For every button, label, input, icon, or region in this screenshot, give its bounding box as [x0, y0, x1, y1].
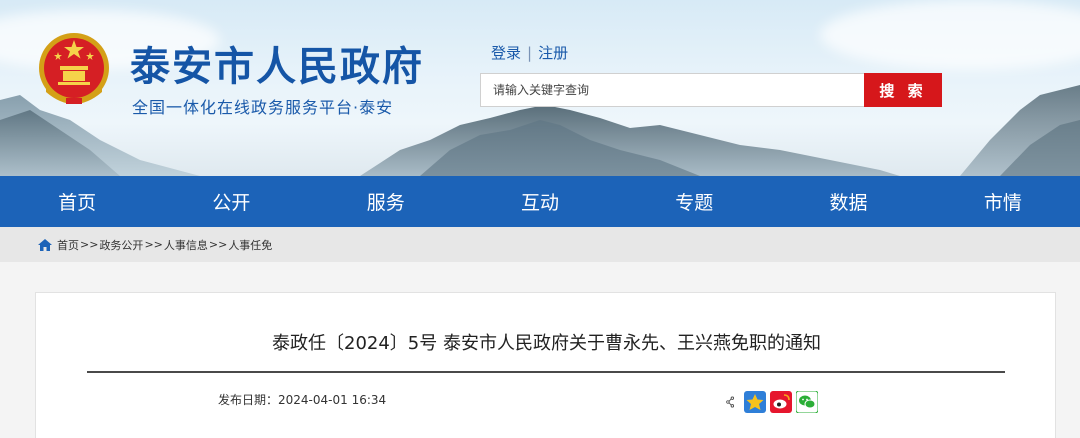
- breadcrumb-appointments[interactable]: 人事任免: [228, 237, 272, 253]
- search-button[interactable]: 搜 索: [864, 73, 942, 107]
- content-area: 泰政任〔2024〕5号 泰安市人民政府关于曹永先、王兴燕免职的通知 发布日期：2…: [0, 262, 1080, 438]
- login-link[interactable]: 登录: [491, 44, 521, 62]
- nav-item-interaction[interactable]: 互动: [463, 176, 617, 227]
- home-icon: [38, 238, 52, 251]
- article-title: 泰政任〔2024〕5号 泰安市人民政府关于曹永先、王兴燕免职的通知: [272, 333, 821, 354]
- nav-item-home[interactable]: 首页: [0, 176, 154, 227]
- breadcrumb-gov-open[interactable]: 政务公开: [99, 237, 143, 253]
- auth-links: 登录 | 注册: [491, 42, 568, 63]
- nav-item-open[interactable]: 公开: [154, 176, 308, 227]
- site-title: 泰安市人民政府: [130, 44, 424, 90]
- auth-separator: |: [527, 44, 533, 62]
- nav-item-topics[interactable]: 专题: [617, 176, 771, 227]
- share-bar: [726, 391, 818, 413]
- breadcrumb-separator: >>: [80, 238, 99, 251]
- publish-date: 发布日期：2024-04-01 16:34: [218, 391, 386, 408]
- search-input[interactable]: [480, 73, 864, 107]
- qzone-icon[interactable]: [744, 391, 766, 413]
- weibo-icon[interactable]: [770, 391, 792, 413]
- publish-date-label: 发布日期：: [218, 393, 279, 407]
- breadcrumb-home[interactable]: 首页: [57, 237, 79, 253]
- site-header: 泰安市人民政府 全国一体化在线政务服务平台·泰安 登录 | 注册 搜 索: [0, 0, 1080, 176]
- publish-date-value: 2024-04-01 16:34: [278, 393, 387, 407]
- site-subtitle: 全国一体化在线政务服务平台·泰安: [132, 98, 394, 117]
- main-nav: 首页 公开 服务 互动 专题 数据 市情: [0, 176, 1080, 227]
- share-icon[interactable]: [726, 391, 740, 413]
- search-bar: 搜 索: [480, 73, 942, 107]
- nav-item-service[interactable]: 服务: [309, 176, 463, 227]
- breadcrumb: 首页 >> 政务公开 >> 人事信息 >> 人事任免: [0, 227, 1080, 262]
- wechat-icon[interactable]: [796, 391, 818, 413]
- breadcrumb-separator: >>: [144, 238, 163, 251]
- national-emblem-icon: [39, 33, 109, 104]
- breadcrumb-personnel-info[interactable]: 人事信息: [164, 237, 208, 253]
- nav-item-city-info[interactable]: 市情: [926, 176, 1080, 227]
- article-card: 泰政任〔2024〕5号 泰安市人民政府关于曹永先、王兴燕免职的通知 发布日期：2…: [35, 292, 1056, 438]
- breadcrumb-separator: >>: [208, 238, 228, 251]
- nav-item-data[interactable]: 数据: [771, 176, 925, 227]
- title-divider: [87, 371, 1005, 373]
- register-link[interactable]: 注册: [538, 44, 568, 62]
